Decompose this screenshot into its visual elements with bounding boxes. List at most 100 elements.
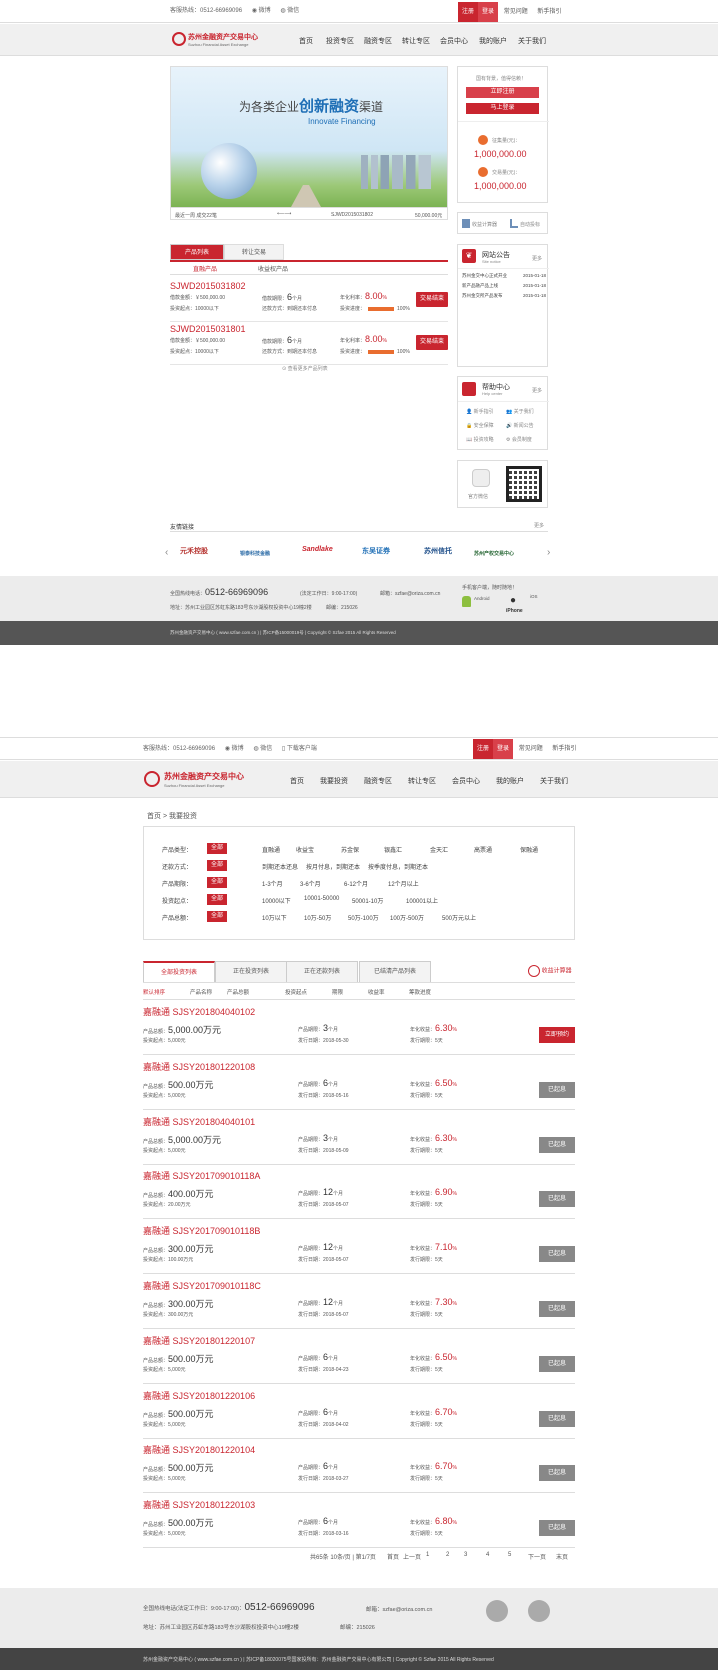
filter-option[interactable]: 保融通 — [520, 845, 538, 854]
product-row[interactable]: 嘉融通 SJSY201801220103 产品总额：500.00万元 投资起点：5,… — [143, 1494, 575, 1549]
nav-item[interactable]: 我的账户 — [479, 36, 507, 46]
download-link[interactable]: ▯ 下载客户端 — [282, 738, 317, 760]
nav-item[interactable]: 会员中心 — [452, 776, 480, 786]
filter-option[interactable]: 金天汇 — [430, 845, 448, 854]
product-name[interactable]: 嘉融通 SJSY201804040101 — [143, 1115, 255, 1128]
interest-started-button[interactable]: 已起息 — [539, 1081, 575, 1098]
register-link[interactable]: 注册 — [458, 2, 479, 22]
interest-started-button[interactable]: 已起息 — [539, 1246, 575, 1263]
product-name[interactable]: 嘉融通 SJSY201801220104 — [143, 1443, 255, 1456]
product-row[interactable]: 嘉融通 SJSY201804040102 产品总额：5,000.00万元 投资起点：… — [143, 1001, 575, 1055]
filter-option[interactable]: 苏金保 — [341, 845, 359, 854]
nav-item[interactable]: 融资专区 — [364, 36, 392, 46]
notice-item[interactable]: 苏州金交所产品发布 2015-01-18 — [462, 293, 546, 299]
filter-all-tag[interactable]: 全部 — [207, 860, 228, 871]
nav-item[interactable]: 我要投资 — [320, 776, 348, 786]
guide-link[interactable]: 新手指引 — [533, 2, 565, 22]
filter-option[interactable]: 12个月以上 — [388, 879, 419, 888]
sort-option[interactable]: 默认排序 — [143, 988, 165, 996]
help-link-strategy[interactable]: 📖 投资攻略 — [466, 436, 494, 443]
product-name[interactable]: 嘉融通 SJSY201801220103 — [143, 1498, 255, 1511]
filter-option[interactable]: 收益宝 — [296, 845, 314, 854]
product-name[interactable]: 嘉融通 SJSY201709010118B — [143, 1224, 260, 1237]
notice-more-link[interactable]: 更多 — [532, 255, 542, 262]
filter-all-tag[interactable]: 全部 — [207, 911, 228, 922]
sort-option[interactable]: 期限 — [332, 988, 343, 996]
nav-item[interactable]: 我的账户 — [496, 776, 524, 786]
product-code[interactable]: SJWD2015031802 — [170, 281, 246, 291]
filter-option[interactable]: 按月付息，到期还本 — [306, 862, 360, 871]
apple-icon[interactable]: ● — [510, 595, 516, 606]
register-link[interactable]: 注册 — [473, 739, 494, 759]
interest-started-button[interactable]: 已起息 — [539, 1191, 575, 1208]
pager-page[interactable]: 1 — [426, 1552, 429, 1558]
sort-option[interactable]: 筹款进度 — [409, 988, 431, 996]
tab-list-2[interactable]: 正在还款列表 — [286, 961, 358, 983]
product-name[interactable]: 嘉融通 SJSY201709010118C — [143, 1279, 261, 1292]
login-link[interactable]: 登录 — [493, 739, 514, 759]
help-more-link[interactable]: 更多 — [532, 387, 542, 394]
filter-option[interactable]: 10万以下 — [262, 913, 287, 922]
product-row[interactable]: 嘉融通 SJSY201709010118B 产品总额：300.00万元 投资起点：1… — [143, 1220, 575, 1275]
login-button[interactable]: 马上登录 — [466, 103, 539, 114]
interest-started-button[interactable]: 已起息 — [539, 1136, 575, 1153]
notice-item[interactable]: 新产品融产品上线 2015-01-18 — [462, 283, 546, 289]
sort-option[interactable]: 投资起点 — [285, 988, 307, 996]
wechat-icon[interactable] — [528, 1600, 550, 1622]
nav-item[interactable]: 首页 — [299, 36, 313, 46]
product-row[interactable]: SJWD2015031802 借款金额：￥500,000.00 投资起点：10000… — [170, 279, 448, 322]
product-row[interactable]: 嘉融通 SJSY201801220107 产品总额：500.00万元 投资起点：5,… — [143, 1330, 575, 1384]
auto-bid-link[interactable]: 自动投标 — [520, 221, 540, 228]
guide-link[interactable]: 新手指引 — [548, 739, 580, 759]
nav-item[interactable]: 首页 — [290, 776, 304, 786]
product-code[interactable]: SJWD2015031801 — [170, 324, 246, 334]
help-link-member[interactable]: ⚙ 会员制度 — [506, 436, 532, 443]
filter-all-tag[interactable]: 全部 — [207, 877, 228, 888]
prev-arrow-icon[interactable]: ‹ — [165, 547, 168, 558]
help-link-about[interactable]: 👥 关于我们 — [506, 408, 534, 415]
pager-next[interactable]: 下一页 — [528, 1552, 546, 1561]
login-link[interactable]: 登录 — [478, 2, 499, 22]
filter-option[interactable]: 银鑫汇 — [384, 845, 402, 854]
product-name[interactable]: 嘉融通 SJSY201801220106 — [143, 1389, 255, 1402]
interest-started-button[interactable]: 已起息 — [539, 1301, 575, 1317]
product-row[interactable]: 嘉融通 SJSY201801220104 产品总额：500.00万元 投资起点：5,… — [143, 1439, 575, 1494]
tab-list-1[interactable]: 正在投资列表 — [215, 961, 287, 983]
product-row[interactable]: SJWD2015031801 借款金额：￥500,000.00 投资起点：10000… — [170, 322, 448, 365]
filter-option[interactable]: 500万元以上 — [442, 913, 476, 922]
weibo-link[interactable]: ◉ 微博 — [252, 0, 271, 22]
nav-item[interactable]: 会员中心 — [440, 36, 468, 46]
tab-list-0[interactable]: 全部投资列表 — [143, 961, 215, 983]
interest-started-button[interactable]: 已起息 — [539, 1465, 575, 1482]
breadcrumb[interactable]: 首页 > 我要投资 — [147, 811, 197, 821]
calc-link[interactable]: 收益计算器 — [472, 221, 497, 228]
product-name[interactable]: 嘉融通 SJSY201709010118A — [143, 1169, 260, 1182]
notice-item[interactable]: 苏州金交中心正式开业 2015-01-18 — [462, 273, 546, 279]
product-name[interactable]: 嘉融通 SJSY201801220108 — [143, 1060, 255, 1073]
nav-item[interactable]: 关于我们 — [540, 776, 568, 786]
faq-link[interactable]: 常见问题 — [500, 2, 532, 22]
partner-logo[interactable]: 元禾控股 — [180, 546, 208, 564]
interest-started-button[interactable]: 已起息 — [539, 1355, 575, 1372]
filter-option[interactable]: 到期还本还息 — [262, 862, 298, 871]
nav-item[interactable]: 转让专区 — [402, 36, 430, 46]
filter-option[interactable]: 10000以下 — [262, 896, 291, 905]
interest-started-button[interactable]: 已起息 — [539, 1520, 575, 1537]
register-button[interactable]: 立即注册 — [466, 87, 539, 98]
nav-item[interactable]: 关于我们 — [518, 36, 546, 46]
filter-option[interactable]: 直融通 — [262, 845, 280, 854]
trade-ended-button[interactable]: 交易结束 — [416, 335, 448, 350]
pager-last[interactable]: 末页 — [556, 1552, 568, 1561]
trade-ended-button[interactable]: 交易结束 — [416, 292, 448, 307]
hero-banner[interactable]: 为各类企业创新融资渠道 Innovate Financing 最近一周 成交22… — [170, 66, 448, 220]
nav-item[interactable]: 转让专区 — [408, 776, 436, 786]
sort-option[interactable]: 产品总额 — [227, 988, 249, 996]
tab-transfer[interactable]: 转让交易 — [224, 244, 284, 260]
filter-option[interactable]: 100万-500万 — [390, 913, 424, 922]
filter-all-tag[interactable]: 全部 — [207, 894, 228, 905]
interest-started-button[interactable]: 已起息 — [539, 1410, 575, 1427]
tab-product-list[interactable]: 产品列表 — [170, 244, 224, 260]
filter-option[interactable]: 1-3个月 — [262, 879, 283, 888]
partner-logo[interactable]: Sandlake — [302, 546, 333, 564]
more-products-link[interactable]: ⊙ 查看更多产品列表 — [282, 365, 328, 372]
